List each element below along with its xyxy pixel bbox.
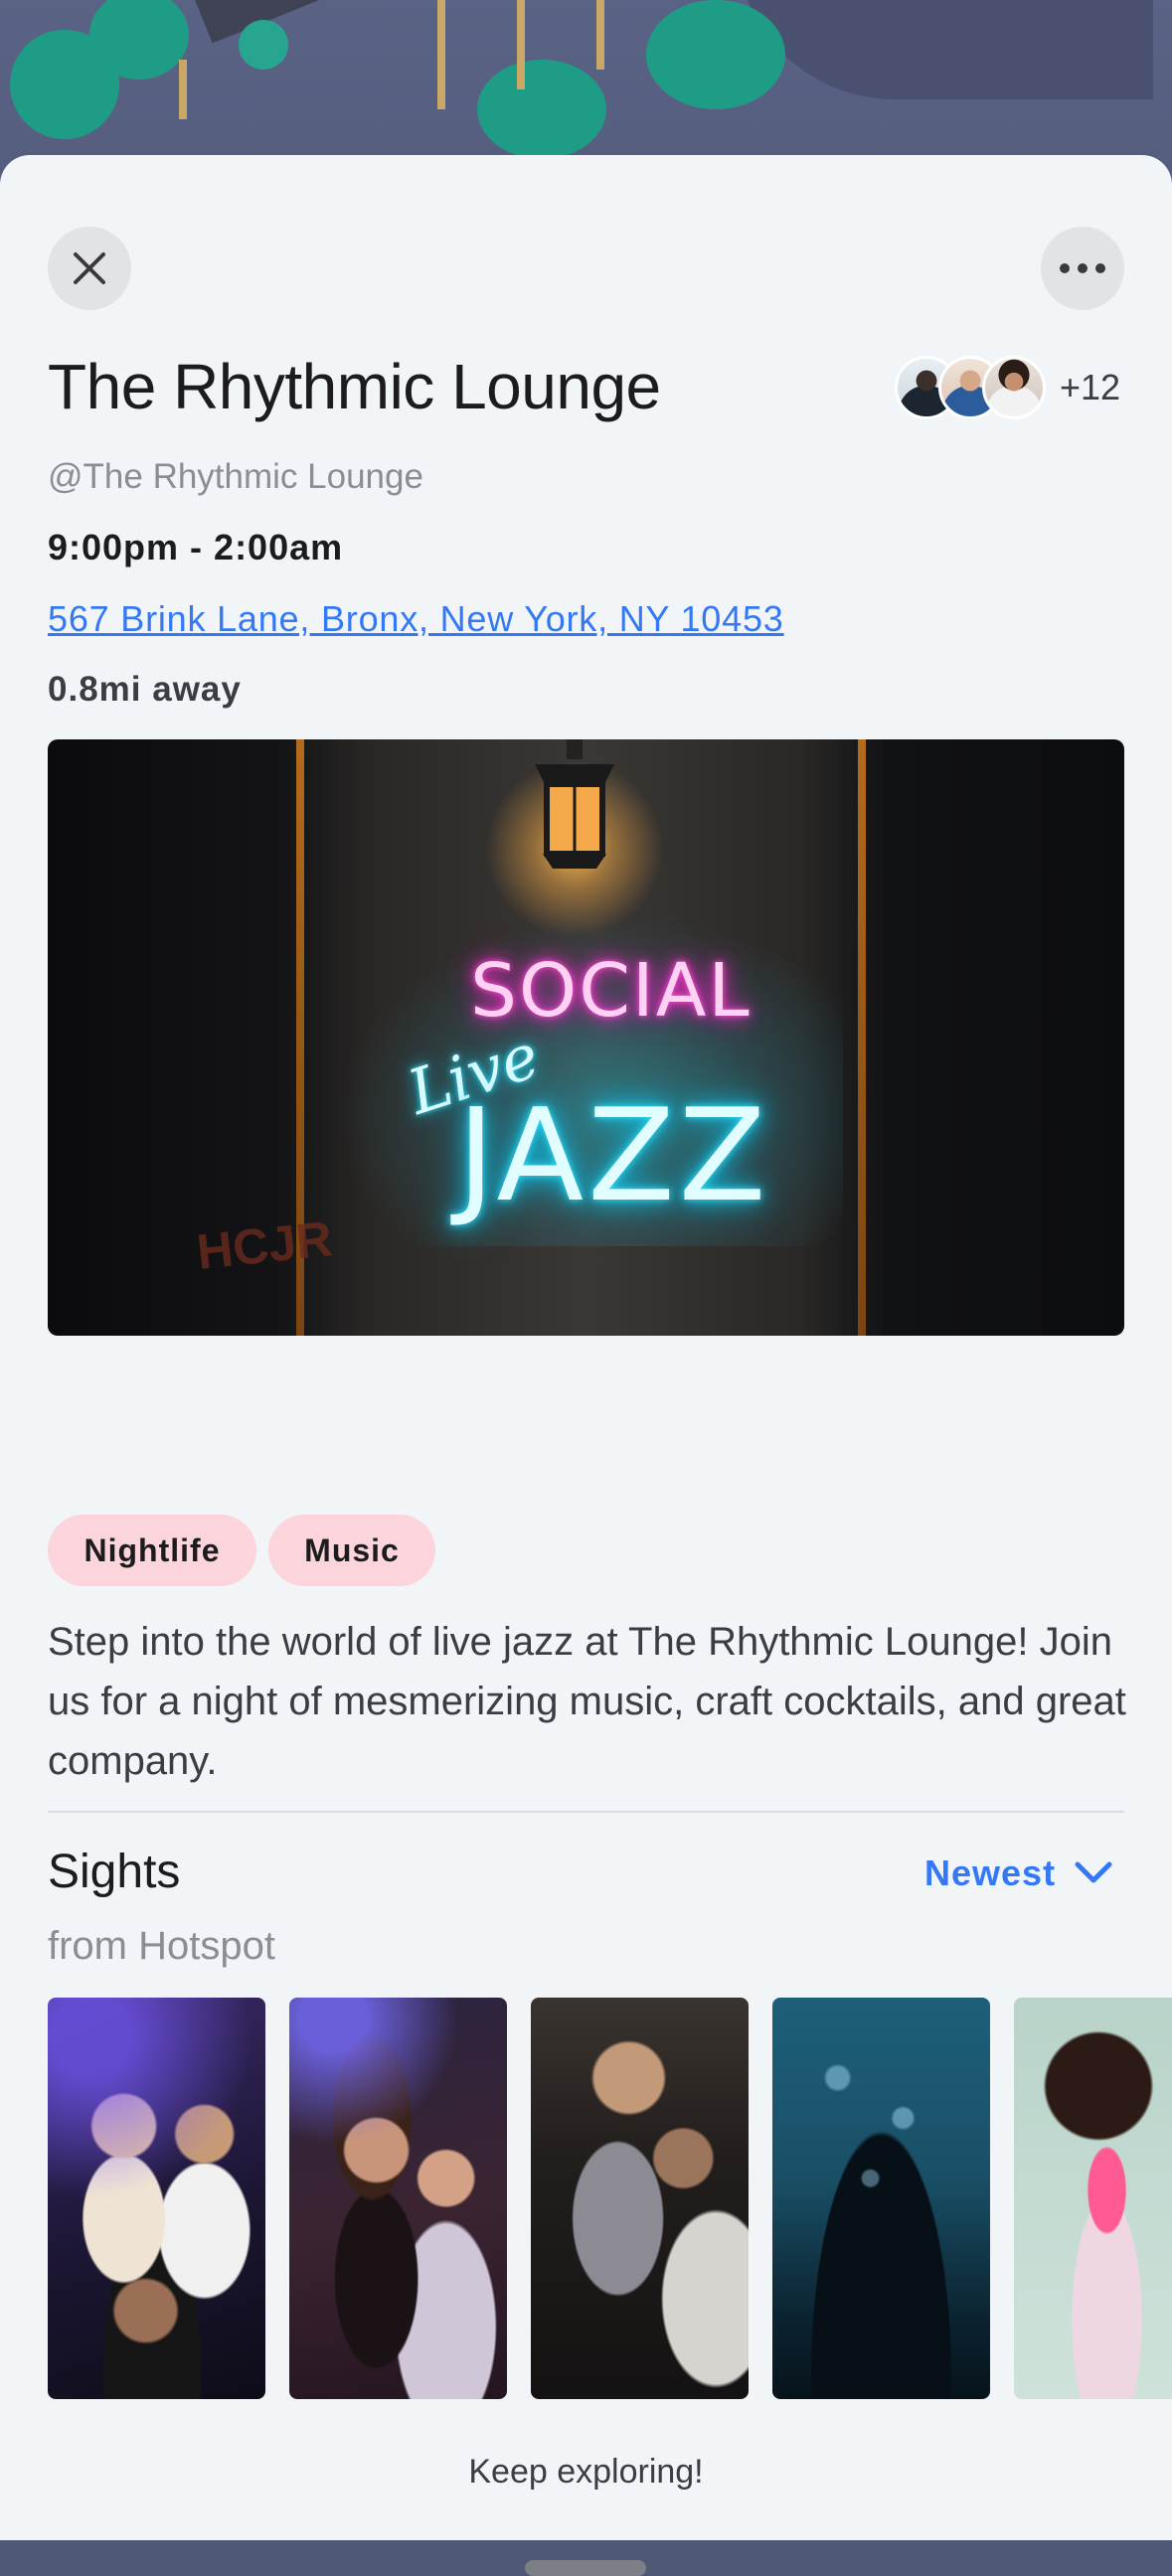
sort-label: Newest [924,1852,1057,1893]
venue-hero-image[interactable]: HCJR SOCIAL Live JAZZ [48,739,1124,1336]
venue-hours: 9:00pm - 2:00am [48,527,344,567]
lamp-icon [535,739,614,869]
sights-subtitle: from Hotspot [48,1924,275,1968]
map-trunk [179,60,187,119]
neon-sign-text: SOCIAL [470,948,752,1034]
venue-distance: 0.8mi away [48,670,242,709]
sight-thumbnail[interactable] [772,1998,990,2399]
map-tree [477,60,606,159]
door-frame [858,739,866,1336]
more-options-button[interactable] [1041,227,1124,310]
sight-thumbnail[interactable] [289,1998,507,2399]
tag-nightlife[interactable]: Nightlife [48,1515,256,1586]
keep-exploring-text: Keep exploring! [468,2453,704,2491]
divider [48,1811,1124,1813]
more-horizontal-icon [1060,263,1105,273]
sight-thumbnail[interactable] [531,1998,749,2399]
venue-address-link[interactable]: 567 Brink Lane, Bronx, New York, NY 1045… [48,598,784,640]
chevron-down-icon [1075,1861,1112,1883]
background-sign: HCJR [194,1210,335,1280]
sights-title: Sights [48,1846,181,1898]
attendee-count: +12 [1060,367,1121,407]
tag-music[interactable]: Music [268,1515,435,1586]
map-trunk [437,0,445,109]
neon-sign-text: JAZZ [457,1082,770,1230]
sight-thumbnail[interactable] [48,1998,265,2399]
avatar [982,356,1046,419]
venue-detail-sheet: The Rhythmic Lounge +12 @The Rhythmic Lo… [0,155,1172,2576]
map-tree [646,0,785,109]
map-road-curve [736,0,1153,99]
close-button[interactable] [48,227,131,310]
sight-thumbnail[interactable] [1014,1998,1172,2399]
map-trunk [596,0,604,70]
home-indicator[interactable] [525,2560,646,2576]
map-tree [239,20,288,70]
venue-handle[interactable]: @The Rhythmic Lounge [48,457,423,497]
map-trunk [517,0,525,89]
venue-description: Step into the world of live jazz at The … [48,1620,1126,1783]
attendee-avatars[interactable]: +12 [895,352,1120,423]
sort-dropdown[interactable]: Newest [924,1852,1115,1894]
venue-title: The Rhythmic Lounge [48,351,661,422]
close-icon [74,252,105,284]
